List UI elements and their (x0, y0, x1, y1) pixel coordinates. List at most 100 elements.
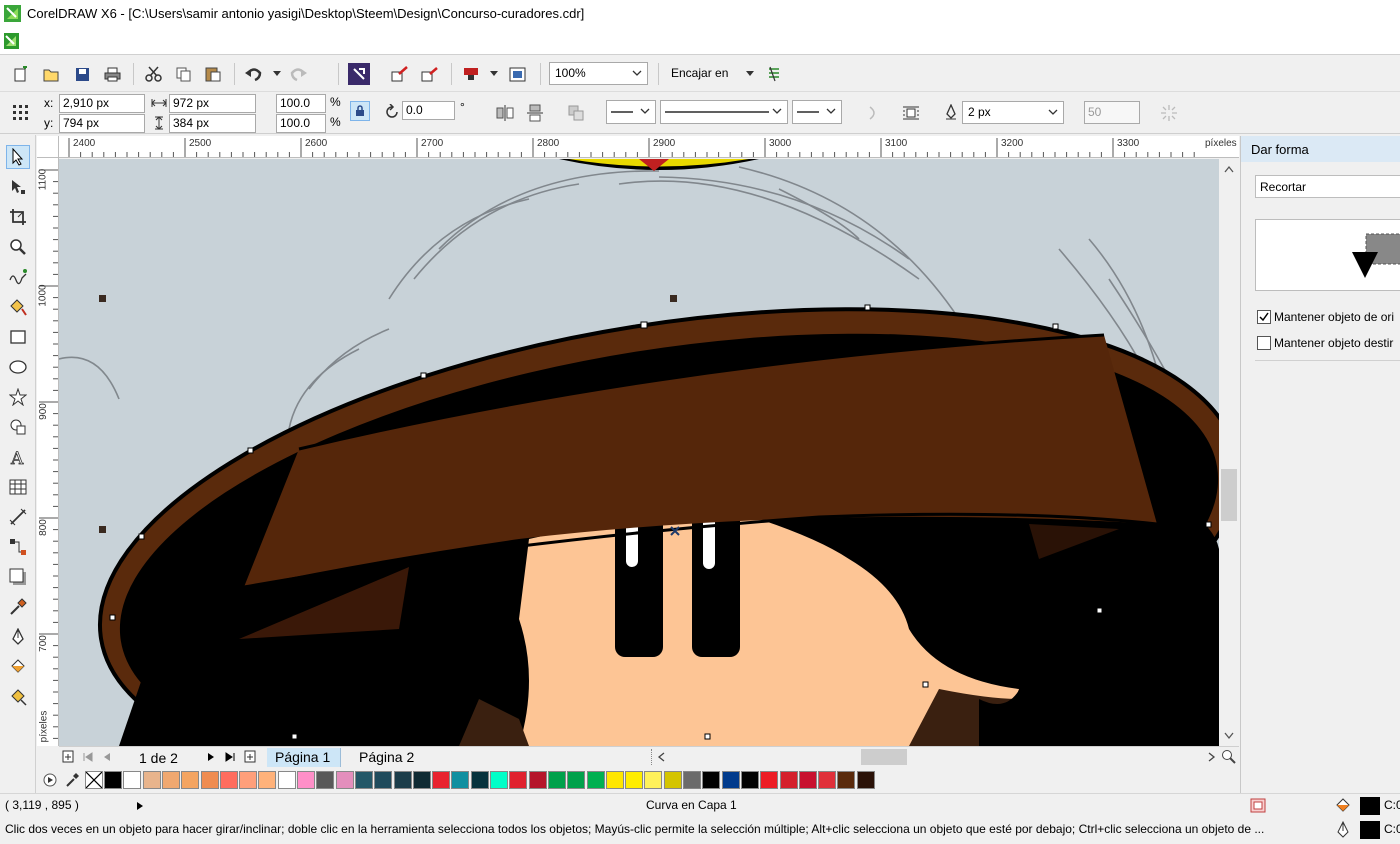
break-apart-icon[interactable] (1158, 102, 1180, 124)
color-swatch[interactable] (104, 771, 122, 789)
miter-limit-field[interactable]: 50 (1084, 101, 1140, 124)
ellipse-tool-icon[interactable] (6, 355, 30, 379)
color-swatch[interactable] (219, 771, 238, 789)
no-color-swatch[interactable] (85, 771, 103, 789)
text-tool-icon[interactable]: A (6, 445, 30, 469)
color-swatch[interactable] (798, 771, 817, 789)
copy-icon[interactable] (172, 63, 194, 85)
color-swatch[interactable] (354, 771, 373, 789)
color-swatch[interactable] (644, 771, 663, 789)
lock-ratio-icon[interactable] (350, 101, 370, 121)
save-icon[interactable] (71, 63, 93, 85)
vertical-scrollbar[interactable] (1219, 159, 1239, 746)
fill-tool-icon[interactable] (6, 655, 30, 679)
eyedropper-tool-icon[interactable] (6, 595, 30, 619)
color-swatch[interactable] (509, 771, 528, 789)
color-swatch[interactable] (547, 771, 566, 789)
color-swatch[interactable] (625, 771, 644, 789)
color-swatch[interactable] (123, 771, 142, 789)
navigator-zoom-icon[interactable] (1221, 749, 1237, 765)
combine-icon[interactable] (565, 102, 587, 124)
undo-icon[interactable] (243, 63, 265, 85)
connector-tool-icon[interactable] (6, 535, 30, 559)
color-swatch[interactable] (335, 771, 354, 789)
shape-tool-icon[interactable] (6, 175, 30, 199)
horizontal-scrollbar[interactable] (673, 749, 1205, 765)
import-icon[interactable] (389, 63, 411, 85)
color-swatch[interactable] (528, 771, 547, 789)
color-swatch[interactable] (856, 771, 875, 789)
snap-to-label[interactable]: Encajar en (671, 66, 728, 80)
color-swatch[interactable] (374, 771, 393, 789)
color-swatch[interactable] (200, 771, 219, 789)
color-swatch[interactable] (470, 771, 489, 789)
palette-menu-icon[interactable] (43, 773, 57, 787)
outline-width-dropdown[interactable]: 2 px (962, 101, 1064, 124)
dimension-tool-icon[interactable] (6, 505, 30, 529)
color-swatch[interactable] (161, 771, 180, 789)
color-swatch[interactable] (740, 771, 759, 789)
scale-width-field[interactable]: 100.0 (276, 94, 326, 113)
color-swatch[interactable] (432, 771, 451, 789)
line-style-dropdown[interactable] (660, 100, 788, 124)
snap-dropdown-arrow[interactable] (746, 71, 754, 76)
keep-source-checkbox[interactable] (1257, 310, 1271, 324)
vertical-ruler[interactable]: 1100 1000 900 800 700 píxeles (37, 158, 59, 746)
zoom-tool-icon[interactable] (6, 235, 30, 259)
color-swatch[interactable] (779, 771, 798, 789)
pick-tool-icon[interactable] (6, 145, 30, 169)
scale-height-field[interactable]: 100.0 (276, 114, 326, 133)
add-page-before-icon[interactable] (62, 750, 74, 763)
zoom-level-dropdown[interactable]: 100% (549, 62, 648, 85)
publish-pdf-icon[interactable] (460, 63, 482, 85)
print-icon[interactable] (101, 63, 123, 85)
color-swatch[interactable] (605, 771, 624, 789)
color-swatch[interactable] (316, 771, 335, 789)
mirror-horizontal-icon[interactable] (494, 102, 516, 124)
color-swatch[interactable] (258, 771, 277, 789)
color-swatch[interactable] (683, 771, 701, 789)
y-position-field[interactable]: 794 px (59, 114, 145, 133)
shaping-mode-dropdown[interactable]: Recortar (1255, 175, 1400, 198)
fill-color-swatch[interactable] (1360, 797, 1380, 815)
x-position-field[interactable]: 2,910 px (59, 94, 145, 113)
color-swatch[interactable] (721, 771, 740, 789)
color-swatch[interactable] (142, 771, 161, 789)
height-field[interactable]: 384 px (169, 114, 256, 133)
color-swatch[interactable] (567, 771, 586, 789)
mirror-vertical-icon[interactable] (524, 102, 546, 124)
color-swatch[interactable] (451, 771, 470, 789)
crop-tool-icon[interactable] (6, 205, 30, 229)
table-tool-icon[interactable] (6, 475, 30, 499)
paste-icon[interactable] (202, 63, 224, 85)
last-page-icon[interactable] (225, 752, 235, 762)
next-page-icon[interactable] (207, 752, 215, 762)
first-page-icon[interactable] (83, 752, 93, 762)
rectangle-tool-icon[interactable] (6, 325, 30, 349)
horizontal-ruler[interactable]: 2400 2500 2600 2700 2800 2900 3000 3100 … (59, 136, 1239, 158)
document-icon[interactable] (4, 33, 19, 49)
smart-fill-tool-icon[interactable] (6, 295, 30, 319)
previous-page-icon[interactable] (103, 752, 111, 762)
color-swatch[interactable] (181, 771, 200, 789)
drop-shadow-tool-icon[interactable] (6, 565, 30, 589)
artwork[interactable] (59, 159, 1219, 746)
page-tab-2[interactable]: Página 2 (351, 748, 424, 767)
color-swatch[interactable] (393, 771, 412, 789)
drawing-canvas[interactable] (59, 159, 1219, 746)
polygon-tool-icon[interactable] (6, 385, 30, 409)
ruler-origin[interactable] (37, 136, 59, 158)
color-swatch[interactable] (277, 771, 296, 789)
add-page-after-icon[interactable] (244, 750, 256, 763)
keep-target-checkbox[interactable] (1257, 336, 1271, 350)
scroll-up-icon[interactable] (1224, 165, 1234, 173)
color-swatch[interactable] (297, 771, 315, 789)
color-profile-icon[interactable] (1250, 798, 1266, 813)
color-swatch[interactable] (818, 771, 837, 789)
close-curve-icon[interactable] (862, 102, 884, 124)
color-swatch[interactable] (837, 771, 856, 789)
color-swatch[interactable] (663, 771, 682, 789)
scroll-left-icon[interactable] (657, 752, 665, 762)
color-swatch[interactable] (760, 771, 779, 789)
search-content-icon[interactable] (348, 63, 370, 85)
